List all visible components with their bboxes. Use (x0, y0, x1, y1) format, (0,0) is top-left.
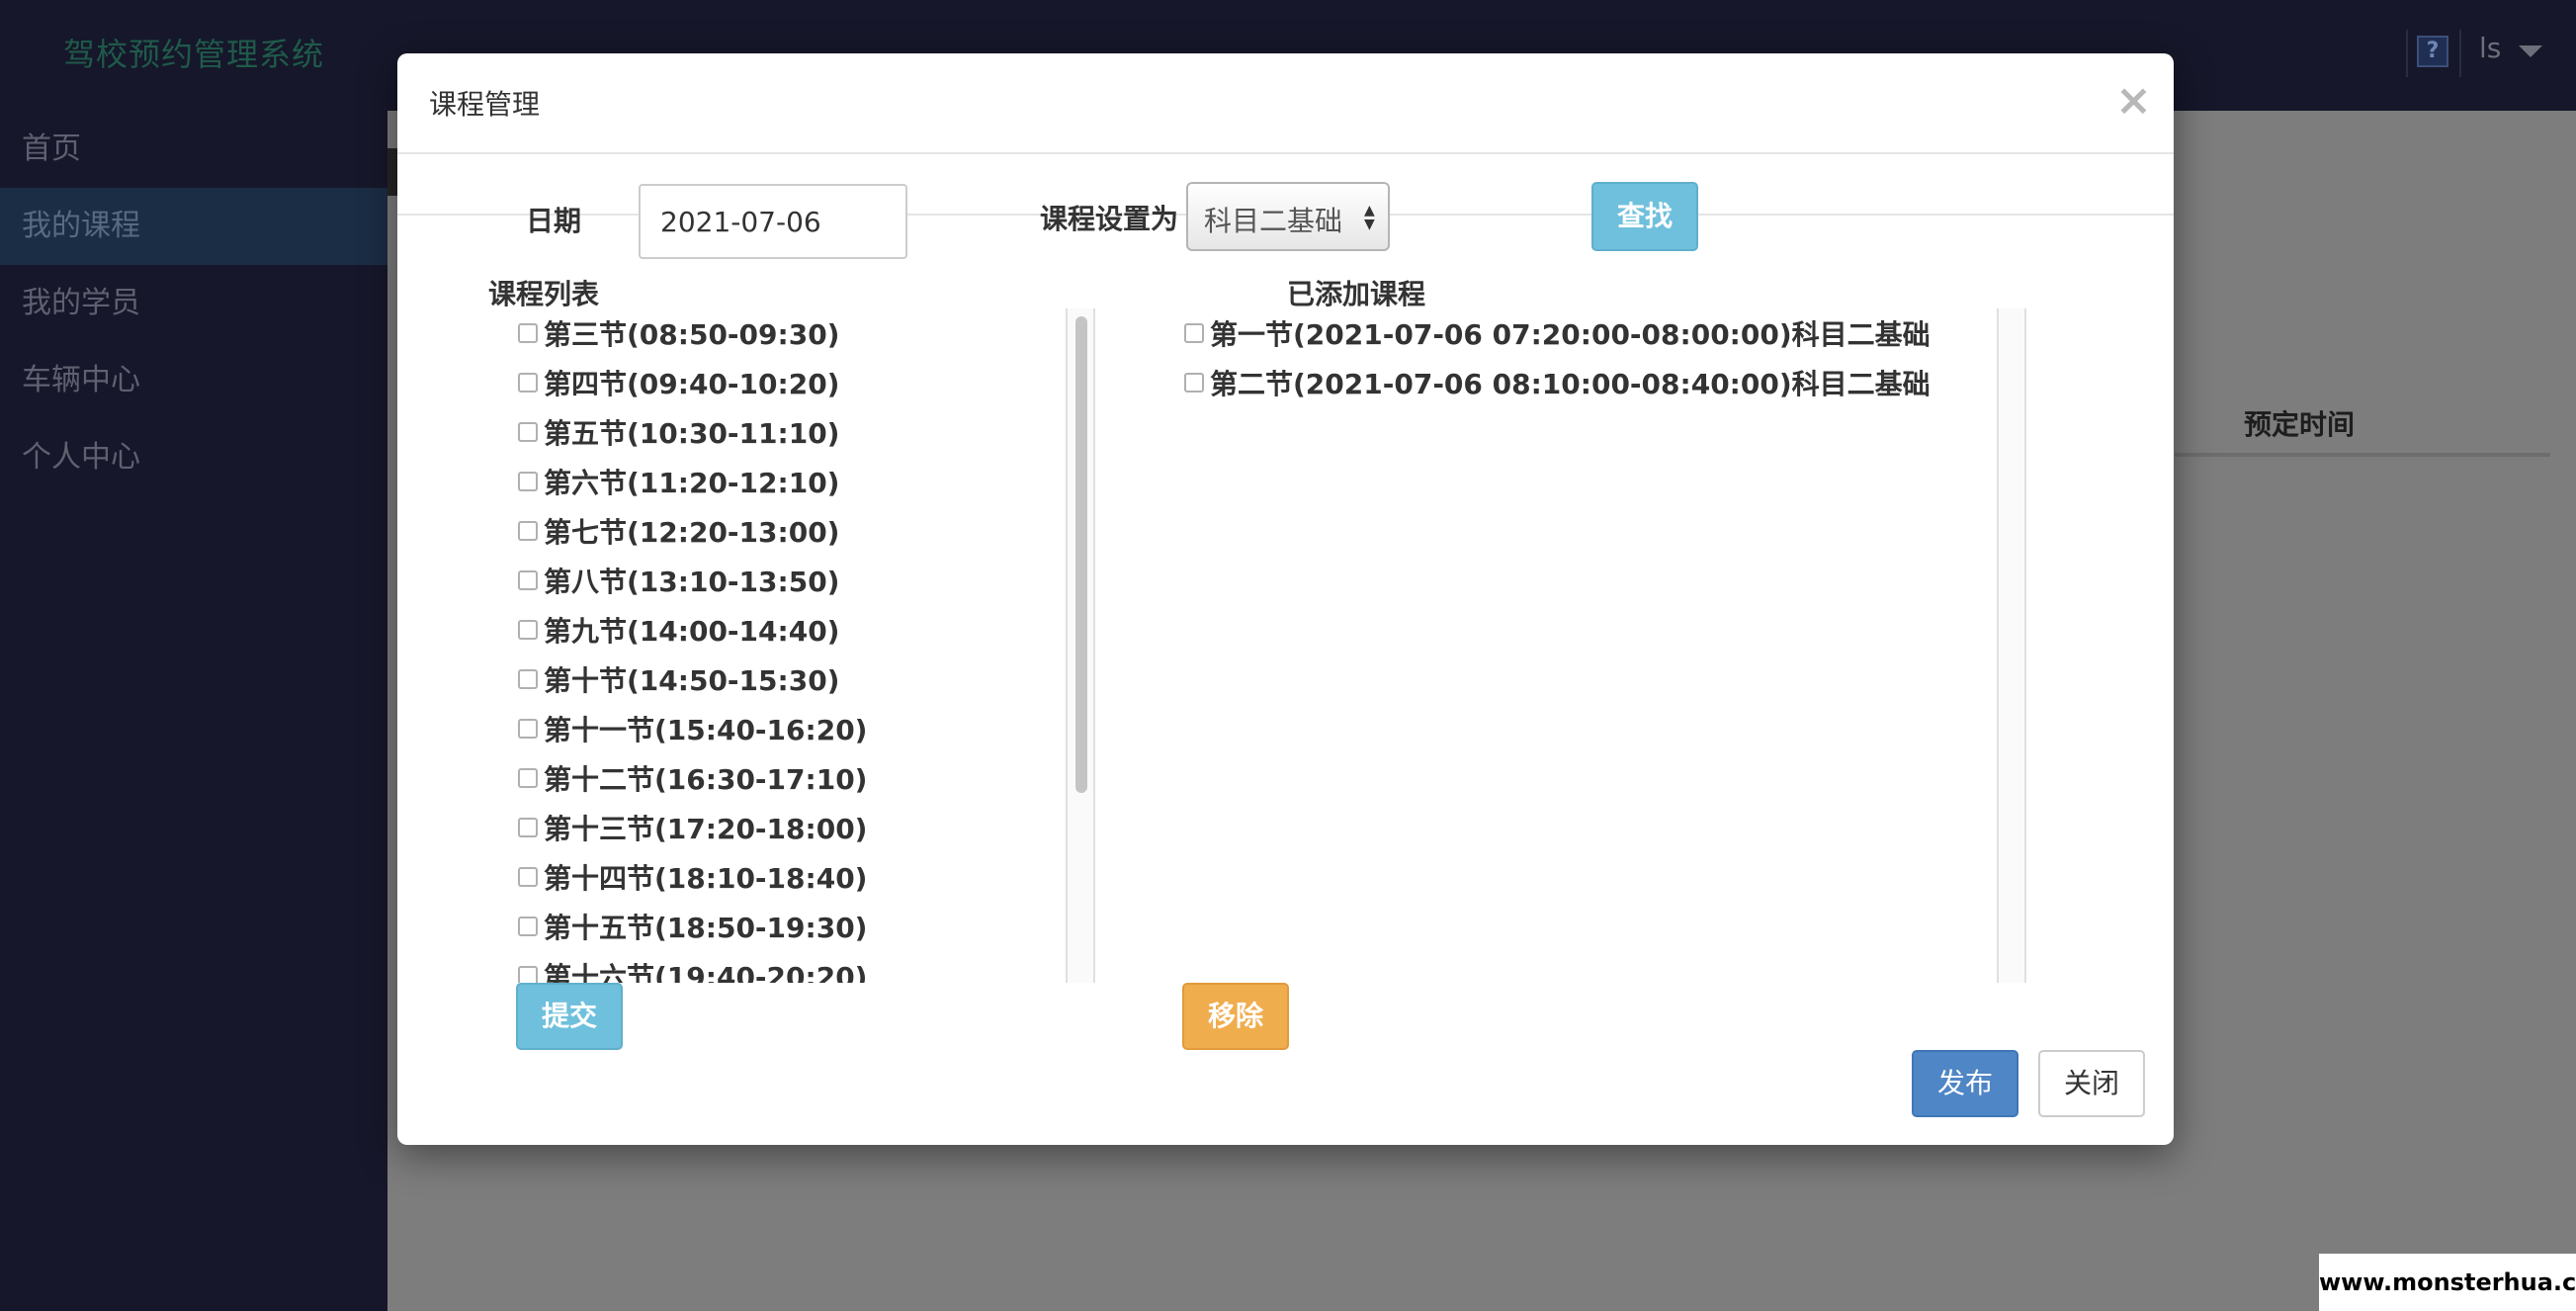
list-item[interactable]: 第十二节(16:30-17:10) (518, 753, 867, 803)
search-button[interactable]: 查找 (1591, 182, 1698, 251)
list-item[interactable]: 第九节(14:00-14:40) (518, 605, 839, 655)
list-item-label: 第五节(10:30-11:10) (544, 417, 840, 450)
watermark: www.monsterhua.com (2319, 1254, 2576, 1311)
modal-title: 课程管理 (429, 88, 541, 121)
added-list-scrollbar[interactable] (1997, 308, 2026, 983)
list-item-label: 第十三节(17:20-18:00) (544, 813, 868, 845)
publish-button[interactable]: 发布 (1912, 1050, 2018, 1117)
list-item-label: 第十五节(18:50-19:30) (544, 912, 868, 944)
checkbox[interactable] (518, 719, 538, 739)
select-arrows-icon: ▲ ▼ (1364, 203, 1375, 232)
course-list-scrollbar[interactable] (1066, 308, 1095, 983)
checkbox[interactable] (518, 521, 538, 541)
list-item[interactable]: 第三节(08:50-09:30) (518, 308, 839, 358)
user-menu-name[interactable]: ls (2479, 32, 2501, 64)
checkbox[interactable] (1184, 373, 1204, 393)
checkbox[interactable] (518, 917, 538, 936)
close-icon[interactable]: × (2115, 75, 2152, 126)
list-item[interactable]: 第四节(09:40-10:20) (518, 358, 839, 407)
course-management-modal: 课程管理 × 日期 课程设置为 科目二基础 ▲▼ 查找 课程列表 已添加课程 第… (397, 53, 2174, 1145)
list-item-label: 第二节(2021-07-06 08:10:00-08:40:00)科目二基础 (1210, 368, 1931, 400)
date-input[interactable] (639, 184, 907, 259)
list-item[interactable]: 第七节(12:20-13:00) (518, 506, 839, 556)
list-item-label: 第八节(13:10-13:50) (544, 566, 840, 598)
navbar-divider (2459, 30, 2461, 77)
list-item-label: 第三节(08:50-09:30) (544, 318, 840, 351)
list-item-label: 第十六节(19:40-20:20) (544, 961, 868, 983)
list-item[interactable]: 第一节(2021-07-06 07:20:00-08:00:00)科目二基础 (1184, 308, 1931, 358)
course-select-value: 科目二基础 (1204, 205, 1343, 237)
added-courses-label: 已添加课程 (1287, 278, 1426, 310)
app-title: 驾校预约管理系统 (63, 36, 325, 73)
sidebar-item-home[interactable]: 首页 (0, 111, 387, 188)
table-header-rule (2175, 453, 2550, 457)
checkbox[interactable] (518, 422, 538, 442)
list-item[interactable]: 第十节(14:50-15:30) (518, 655, 839, 704)
course-select[interactable]: 科目二基础 ▲ ▼ (1186, 182, 1390, 251)
course-list-label: 课程列表 (488, 278, 600, 310)
added-course-list[interactable]: 第一节(2021-07-06 07:20:00-08:00:00)科目二基础 第二… (1180, 308, 2030, 983)
checkbox[interactable] (518, 818, 538, 837)
help-icon[interactable]: ? (2417, 36, 2448, 67)
list-item-label: 第七节(12:20-13:00) (544, 516, 840, 549)
chevron-down-icon[interactable] (2519, 45, 2542, 57)
course-list[interactable]: 第三节(08:50-09:30) 第四节(09:40-10:20) 第五节(10:3… (506, 308, 1095, 983)
list-item[interactable]: 第十六节(19:40-20:20) (518, 951, 867, 983)
list-item[interactable]: 第十一节(15:40-16:20) (518, 704, 867, 753)
table-column-reserved-time: 预定时间 (2244, 408, 2356, 441)
list-item[interactable]: 第十五节(18:50-19:30) (518, 902, 867, 951)
list-item-label: 第十四节(18:10-18:40) (544, 862, 868, 895)
navbar-divider (2406, 30, 2408, 77)
date-label: 日期 (526, 205, 582, 237)
close-button[interactable]: 关闭 (2038, 1050, 2145, 1117)
list-item-label: 第一节(2021-07-06 07:20:00-08:00:00)科目二基础 (1210, 318, 1931, 351)
checkbox[interactable] (518, 867, 538, 887)
list-item[interactable]: 第二节(2021-07-06 08:10:00-08:40:00)科目二基础 (1184, 358, 1931, 407)
list-item-label: 第四节(09:40-10:20) (544, 368, 840, 400)
list-item[interactable]: 第八节(13:10-13:50) (518, 556, 839, 605)
checkbox[interactable] (518, 669, 538, 689)
checkbox[interactable] (518, 373, 538, 393)
list-item-label: 第十一节(15:40-16:20) (544, 714, 868, 746)
course-setting-label: 课程设置为 (1040, 203, 1179, 235)
sidebar-item-my-courses[interactable]: 我的课程 (0, 188, 387, 265)
list-item[interactable]: 第十三节(17:20-18:00) (518, 803, 867, 852)
remove-button[interactable]: 移除 (1182, 983, 1289, 1050)
list-item-label: 第十节(14:50-15:30) (544, 664, 840, 697)
checkbox[interactable] (518, 966, 538, 983)
submit-button[interactable]: 提交 (516, 983, 623, 1050)
sidebar-item-my-students[interactable]: 我的学员 (0, 265, 387, 342)
sidebar: 首页 我的课程 我的学员 车辆中心 个人中心 (0, 111, 387, 1311)
list-item-label: 第六节(11:20-12:10) (544, 467, 840, 499)
checkbox[interactable] (518, 323, 538, 343)
scrollbar-thumb[interactable] (1075, 316, 1087, 793)
list-item[interactable]: 第十四节(18:10-18:40) (518, 852, 867, 902)
checkbox[interactable] (518, 768, 538, 788)
modal-header: 课程管理 × (397, 53, 2174, 154)
checkbox[interactable] (518, 570, 538, 590)
checkbox[interactable] (1184, 323, 1204, 343)
list-item-label: 第十二节(16:30-17:10) (544, 763, 868, 796)
checkbox[interactable] (518, 472, 538, 491)
sidebar-item-vehicle-center[interactable]: 车辆中心 (0, 342, 387, 419)
list-item[interactable]: 第五节(10:30-11:10) (518, 407, 839, 457)
checkbox[interactable] (518, 620, 538, 640)
list-item-label: 第九节(14:00-14:40) (544, 615, 840, 648)
list-item[interactable]: 第六节(11:20-12:10) (518, 457, 839, 506)
sidebar-item-personal-center[interactable]: 个人中心 (0, 419, 387, 496)
